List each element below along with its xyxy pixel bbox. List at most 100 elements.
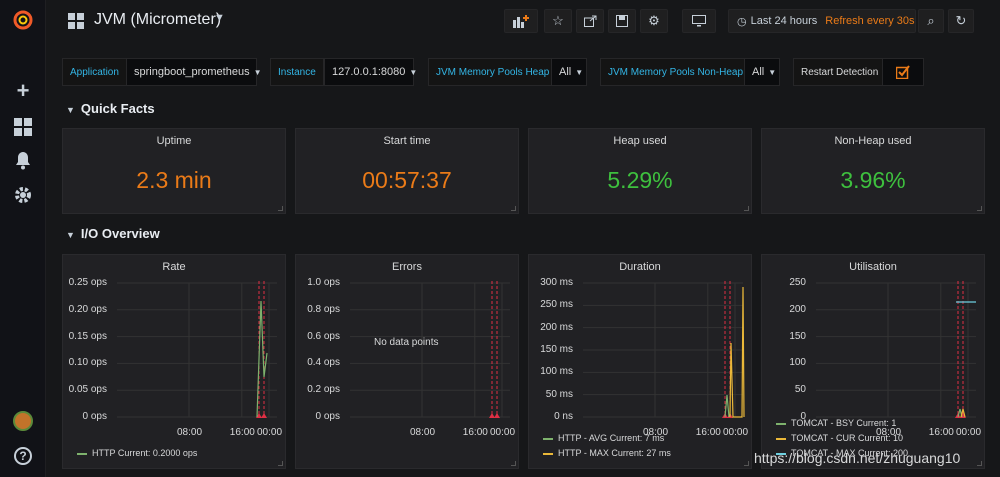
series-line [724,394,730,418]
resize-handle[interactable] [278,206,283,211]
var-value-instance: 127.0.0.1:8080 [332,66,406,78]
row-quick-facts[interactable]: ▼ Quick Facts [66,101,155,116]
dashboard-grid-icon [68,13,84,34]
resize-handle[interactable] [744,206,749,211]
y-tick-label: 300 ms [540,277,573,288]
row-io-overview[interactable]: ▼ I/O Overview [66,226,160,241]
legend-swatch [77,452,87,455]
help-icon[interactable]: ? [0,445,46,467]
panel-title: Heap used [613,135,667,147]
legend-current-value: Current: 10 [858,433,904,443]
time-range-picker[interactable]: ◷ Last 24 hours Refresh every 30s [728,9,916,33]
var-select-instance[interactable]: 127.0.0.1:8080 ▼ [324,58,418,86]
caret-down-icon: ▼ [409,67,418,77]
x-tick-label: 08:00 [177,427,203,438]
grafana-logo-icon[interactable] [0,6,46,34]
dashboard-title[interactable]: JVM (Micrometer) [94,11,221,29]
y-tick-label: 0.6 ops [307,330,340,342]
share-button[interactable] [576,9,604,33]
checkbox-checked-icon [896,65,910,79]
legend-item[interactable]: HTTP - MAX Current: 27 ms [543,448,671,458]
clock-icon: ◷ [737,15,747,28]
legend-item[interactable]: HTTP - AVG Current: 7 ms [543,433,664,443]
zoom-out-button[interactable]: ⌕ [918,9,944,33]
legend-series-name: HTTP [92,448,118,458]
topbar: JVM (Micrometer) ▼ ☆ ⚙ ◷ Last 24 hours R… [46,0,1000,44]
y-tick-label: 0 ops [82,411,107,422]
annotation-marker-triangle[interactable] [261,413,267,418]
stat-panel-uptime[interactable]: Uptime 2.3 min [62,128,286,214]
resize-handle[interactable] [977,206,982,211]
x-tick-label: 16:00 [462,427,488,438]
y-tick-label: 150 ms [540,344,573,355]
var-select-nonheap-pools[interactable]: All ▼ [744,58,780,86]
y-tick-label: 0.4 ops [307,357,340,369]
var-value-nonheap-pools: All [752,66,765,78]
settings-button[interactable]: ⚙ [640,9,668,33]
user-avatar[interactable] [0,410,46,432]
gear-icon: ⚙ [648,13,660,28]
legend-series-name: HTTP - AVG [558,433,610,443]
y-tick-label: 0.05 ops [68,384,107,396]
legend-item[interactable]: TOMCAT - BSY Current: 1 [776,418,896,428]
no-data-message: No data points [374,337,439,348]
y-tick-label: 150 [789,330,806,342]
create-plus-icon[interactable]: + [0,78,46,103]
row-quick-facts-title: Quick Facts [80,101,155,116]
y-tick-label: 0.10 ops [68,357,107,369]
resize-handle[interactable] [511,206,516,211]
x-tick-label: 00:00 [490,427,516,438]
x-tick-label: 00:00 [257,427,283,438]
stat-panel-heap-used[interactable]: Heap used 5.29% [528,128,752,214]
dashboards-icon[interactable] [0,116,46,138]
y-tick-label: 0 ns [554,411,573,422]
y-tick-label: 1.0 ops [307,277,340,288]
star-button[interactable]: ☆ [544,9,572,33]
legend-item[interactable]: HTTP Current: 0.2000 ops [77,448,197,458]
annotation-marker-triangle[interactable] [489,413,495,418]
var-select-application[interactable]: springboot_prometheus ▼ [126,58,262,86]
graph-panel-duration[interactable]: Duration 300 ms 250 ms 200 ms 150 ms 100 ms 5… [528,254,752,469]
legend-swatch [776,437,786,440]
x-tick-label: 16:00 [695,427,721,438]
panel-title: Uptime [156,135,192,147]
legend-swatch [776,422,786,425]
y-tick-label: 0 ops [315,411,340,422]
resize-handle[interactable] [511,461,516,466]
var-label-nonheap-pools: JVM Memory Pools Non-Heap [600,58,752,86]
star-icon: ☆ [552,13,564,28]
var-label-instance: Instance [270,58,324,86]
annotation-marker-triangle[interactable] [494,413,500,418]
y-tick-label: 250 [789,277,806,288]
resize-handle[interactable] [977,461,982,466]
var-select-heap-pools[interactable]: All ▼ [551,58,587,86]
stat-panel-non-heap-used[interactable]: Non-Heap used 3.96% [761,128,985,214]
resize-handle[interactable] [278,461,283,466]
stat-panel-start-time[interactable]: Start time 00:57:37 [295,128,519,214]
graph-panel-utilisation[interactable]: Utilisation 250 200 150 100 50 0 08:00 16:00 00:… [761,254,985,469]
time-range-label: Last 24 hours [750,15,818,27]
y-tick-label: 50 ms [545,388,573,400]
add-panel-button[interactable] [504,9,538,33]
y-tick-label: 200 [789,303,806,315]
resize-handle[interactable] [744,461,749,466]
y-tick-label: 0.2 ops [307,384,340,396]
restart-detection-checkbox[interactable] [882,58,924,86]
legend-current-value: Current: 1 [856,418,897,428]
save-button[interactable] [608,9,636,33]
x-tick-label: 00:00 [956,427,982,438]
graph-panel-rate[interactable]: Rate 0.25 ops 0.20 ops 0.15 ops 0.10 ops 0.0… [62,254,286,469]
legend-series-name: TOMCAT - CUR [791,433,858,443]
tv-mode-button[interactable] [682,9,716,33]
stat-value: 00:57:37 [362,167,452,193]
title-caret-icon[interactable]: ▼ [214,12,225,24]
graph-panel-errors[interactable]: Errors 1.0 ops 0.8 ops 0.6 ops 0.4 ops 0.2 o… [295,254,519,469]
alerting-bell-icon[interactable] [0,150,46,172]
refresh-button[interactable]: ↻ [948,9,974,33]
y-tick-label: 200 ms [540,321,573,333]
configuration-gear-icon[interactable] [0,184,46,206]
row-io-overview-title: I/O Overview [80,226,160,241]
x-tick-label: 16:00 [229,427,255,438]
legend-item[interactable]: TOMCAT - CUR Current: 10 [776,433,903,443]
x-tick-label: 08:00 [410,427,436,438]
